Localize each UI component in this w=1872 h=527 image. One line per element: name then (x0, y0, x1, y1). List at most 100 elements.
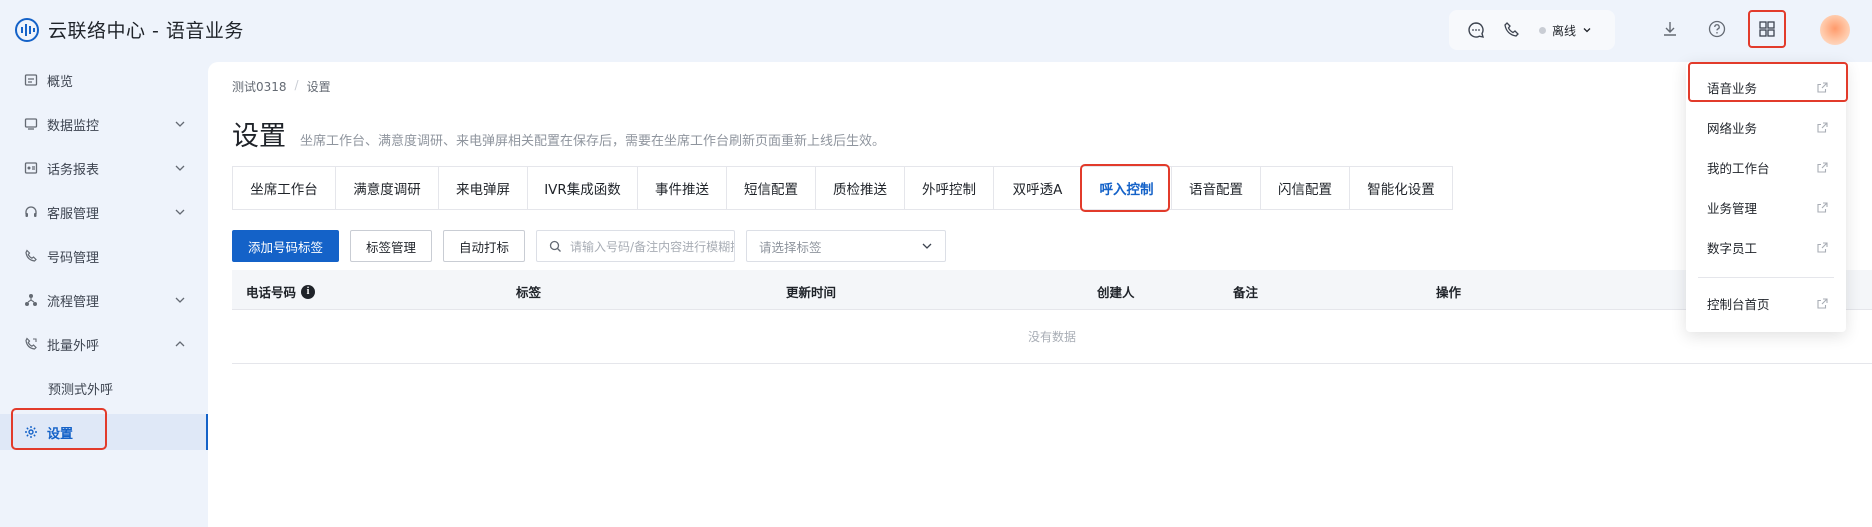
message-icon[interactable] (1467, 21, 1485, 39)
info-icon[interactable]: i (301, 284, 316, 299)
highlight-box-settings (11, 408, 107, 450)
phone-icon[interactable] (1503, 21, 1521, 39)
status-select[interactable]: 离线 (1539, 22, 1592, 39)
tab-flash-sms-config[interactable]: 闪信配置 (1261, 167, 1350, 209)
tag-management-button[interactable]: 标签管理 (350, 230, 433, 262)
apps-dropdown-menu: 语音业务 网络业务 我的工作台 业务管理 数字员工 控制台首页 (1686, 62, 1846, 332)
tab-incoming-popup[interactable]: 来电弹屏 (439, 167, 528, 209)
menu-item-digital-employee[interactable]: 数字员工 (1686, 232, 1846, 262)
status-dot (1539, 26, 1546, 34)
column-phone: 电话号码 i (246, 282, 316, 301)
phone-icon (24, 249, 38, 263)
page-description: 坐席工作台、满意度调研、来电弹屏相关配置在保存后，需要在坐席工作台刷新页面重新上… (300, 134, 886, 149)
sidebar-item-flow-management[interactable]: 流程管理 (0, 282, 208, 318)
column-creator: 创建人 (1097, 285, 1135, 300)
sidebar-item-label: 话务报表 (47, 162, 100, 178)
download-icon[interactable] (1661, 20, 1679, 38)
menu-item-label: 控制台首页 (1707, 296, 1770, 312)
column-remark: 备注 (1233, 285, 1259, 300)
column-tag: 标签 (516, 285, 542, 300)
chevron-down-icon (921, 240, 933, 252)
breadcrumb-item[interactable]: 测试0318 (232, 78, 287, 95)
menu-item-label: 网络业务 (1707, 120, 1758, 136)
brand[interactable]: 云联络中心 - 语音业务 (14, 16, 244, 43)
tab-event-push[interactable]: 事件推送 (638, 167, 727, 209)
highlight-box-voice-business (1688, 62, 1848, 102)
grid-icon (1758, 20, 1776, 38)
highlight-box-inbound-tab (1080, 164, 1170, 212)
chevron-up-icon (174, 338, 186, 350)
menu-item-label: 数字员工 (1707, 240, 1758, 256)
column-updated-time: 更新时间 (786, 285, 837, 300)
table-empty-state: 没有数据 (232, 310, 1872, 364)
avatar[interactable] (1820, 15, 1850, 45)
sidebar-item-label: 号码管理 (47, 250, 100, 266)
help-icon[interactable] (1708, 20, 1726, 38)
external-link-icon (1817, 297, 1828, 309)
breadcrumb: 测试0318 / 设置 (232, 78, 331, 95)
tab-agent-workbench[interactable]: 坐席工作台 (233, 167, 336, 209)
sidebar-item-batch-outbound[interactable]: 批量外呼 (0, 326, 208, 362)
settings-tabs: 坐席工作台 满意度调研 来电弹屏 IVR集成函数 事件推送 短信配置 质检推送 … (232, 166, 1453, 210)
sidebar-item-predictive-outbound[interactable]: 预测式外呼 (0, 370, 208, 406)
sidebar-item-label: 流程管理 (47, 294, 100, 310)
agent-status-bar: 离线 (1449, 10, 1615, 50)
tag-select-placeholder: 请选择标签 (759, 239, 822, 255)
apps-grid-button[interactable] (1748, 10, 1786, 48)
search-input[interactable]: 请输入号码/备注内容进行模糊搜索 (536, 230, 736, 262)
tab-voice-config[interactable]: 语音配置 (1172, 167, 1261, 209)
sidebar-item-data-monitor[interactable]: 数据监控 (0, 106, 208, 142)
add-number-tag-button[interactable]: 添加号码标签 (232, 230, 340, 262)
page-header: 设置 坐席工作台、满意度调研、来电弹屏相关配置在保存后，需要在坐席工作台刷新页面… (232, 114, 885, 153)
sidebar-item-label: 数据监控 (47, 118, 100, 134)
sidebar-item-label: 预测式外呼 (48, 382, 114, 398)
headset-icon (24, 205, 38, 219)
sidebar-item-call-reports[interactable]: 话务报表 (0, 150, 208, 186)
tab-smart-settings[interactable]: 智能化设置 (1350, 167, 1453, 209)
tab-dual-call[interactable]: 双呼透A (994, 167, 1082, 209)
menu-divider (1698, 277, 1834, 278)
tab-outbound-control[interactable]: 外呼控制 (905, 167, 994, 209)
external-link-icon (1817, 161, 1828, 173)
tab-qc-push[interactable]: 质检推送 (816, 167, 905, 209)
breadcrumb-item: 设置 (306, 80, 331, 94)
menu-item-label: 业务管理 (1707, 200, 1758, 216)
tag-select[interactable]: 请选择标签 (746, 230, 947, 262)
menu-item-my-workbench[interactable]: 我的工作台 (1686, 152, 1846, 182)
column-actions: 操作 (1436, 285, 1462, 300)
page-title: 设置 (232, 121, 286, 152)
tab-ivr-functions[interactable]: IVR集成函数 (528, 167, 638, 209)
chevron-down-icon (1582, 25, 1592, 35)
column-label: 电话号码 (246, 285, 297, 300)
menu-item-console-home[interactable]: 控制台首页 (1686, 288, 1846, 318)
sidebar-item-number-management[interactable]: 号码管理 (0, 238, 208, 274)
auto-tag-button[interactable]: 自动打标 (443, 230, 526, 262)
chevron-down-icon (174, 294, 186, 306)
flow-icon (24, 293, 38, 307)
toolbar: 添加号码标签 标签管理 自动打标 请输入号码/备注内容进行模糊搜索 请选择标签 (232, 230, 947, 262)
sidebar: 概览 数据监控 话务报表 客服管理 号码管理 流程管理 批量外呼 预测式外呼 设… (0, 62, 208, 527)
main-panel: 测试0318 / 设置 设置 坐席工作台、满意度调研、来电弹屏相关配置在保存后，… (208, 62, 1872, 527)
search-icon (549, 240, 562, 253)
outbound-call-icon (24, 337, 38, 351)
tab-satisfaction-survey[interactable]: 满意度调研 (336, 167, 439, 209)
tab-sms-config[interactable]: 短信配置 (727, 167, 816, 209)
sidebar-item-label: 概览 (47, 74, 74, 90)
overview-icon (24, 73, 38, 87)
logo-icon (14, 17, 40, 43)
status-label: 离线 (1552, 23, 1577, 38)
external-link-icon (1817, 241, 1828, 253)
sidebar-item-service-management[interactable]: 客服管理 (0, 194, 208, 230)
sidebar-item-overview[interactable]: 概览 (0, 62, 208, 98)
app-title: 云联络中心 - 语音业务 (48, 20, 244, 42)
report-icon (24, 161, 38, 175)
external-link-icon (1817, 201, 1828, 213)
chevron-down-icon (174, 162, 186, 174)
chevron-down-icon (174, 118, 186, 130)
menu-item-business-management[interactable]: 业务管理 (1686, 192, 1846, 222)
search-placeholder: 请输入号码/备注内容进行模糊搜索 (570, 239, 734, 254)
menu-item-label: 我的工作台 (1707, 160, 1770, 176)
top-bar: 云联络中心 - 语音业务 离线 (0, 0, 1872, 62)
external-link-icon (1817, 121, 1828, 133)
menu-item-network-business[interactable]: 网络业务 (1686, 112, 1846, 142)
